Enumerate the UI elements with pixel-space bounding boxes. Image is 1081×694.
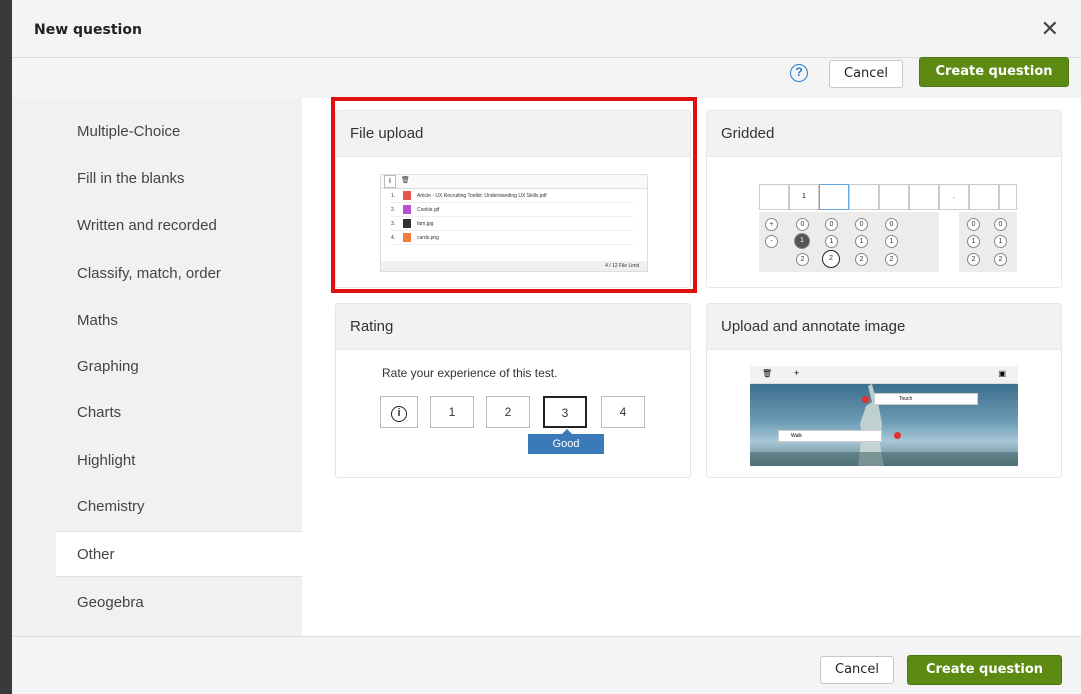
digit-bubble-selected: 1 — [794, 233, 810, 249]
rating-option-2[interactable]: 2 — [486, 396, 530, 428]
grid-cell: 1 — [789, 184, 819, 210]
add-icon: + — [794, 368, 800, 378]
grid-cell: . — [939, 184, 969, 210]
digit-bubble: 0 — [885, 218, 898, 231]
grid-cell — [999, 184, 1017, 210]
sidebar-item-fill-in-the-blanks[interactable]: Fill in the blanks — [77, 170, 185, 187]
create-question-button-bottom[interactable]: Create question — [907, 655, 1062, 685]
digit-bubble: 2 — [885, 253, 898, 266]
image-icon: ▣ — [998, 369, 1006, 378]
grid-cell — [969, 184, 999, 210]
grid-cell-focused — [819, 184, 849, 210]
sidebar-item-highlight[interactable]: Highlight — [77, 452, 135, 469]
sidebar-item-classify-match-order[interactable]: Classify, match, order — [77, 265, 221, 282]
decimal-point: . — [953, 193, 955, 200]
rating-option-1[interactable]: 1 — [430, 396, 474, 428]
rating-option-4[interactable]: 4 — [601, 396, 645, 428]
cancel-button-top[interactable]: Cancel — [829, 60, 904, 88]
digit-bubble: 2 — [796, 253, 809, 266]
info-glyph: i — [391, 406, 407, 422]
card-rating[interactable]: Rating — [335, 303, 691, 478]
digit-bubble: 2 — [855, 253, 868, 266]
sidebar-item-multiple-choice[interactable]: Multiple-Choice — [77, 123, 180, 140]
annotate-image-preview: 🗑 + ▣ Touch Walk — [750, 366, 1018, 466]
digit-bubble-focused: 2 — [822, 250, 840, 268]
annotation-marker — [862, 396, 869, 403]
sidebar-item-graphing[interactable]: Graphing — [77, 358, 139, 375]
digit-bubble: 2 — [967, 253, 980, 266]
sidebar-item-maths[interactable]: Maths — [77, 312, 118, 329]
digit-bubble: 1 — [825, 235, 838, 248]
trash-icon: 🗑 — [762, 369, 773, 378]
close-icon[interactable]: ✕ — [1041, 18, 1059, 40]
card-title: Gridded — [707, 111, 1061, 157]
plus-sign-bubble: + — [765, 218, 778, 231]
annotation-text: Walk — [791, 433, 802, 439]
dialog-titlebar: New question ✕ — [12, 0, 1081, 58]
grid-cell — [879, 184, 909, 210]
digit-bubble: 2 — [994, 253, 1007, 266]
digit-bubble: 0 — [855, 218, 868, 231]
gridded-preview: 1 . + 0 0 0 0 0 0 - 1 1 1 1 1 1 2 2 2 2 … — [751, 174, 1017, 272]
annotation-label-touch: Touch — [874, 393, 978, 405]
sidebar-item-geogebra[interactable]: Geogebra — [77, 594, 144, 611]
question-type-sidebar: Multiple-Choice Fill in the blanks Writt… — [12, 98, 302, 636]
card-title: Upload and annotate image — [707, 304, 1061, 350]
annotation-marker — [894, 432, 901, 439]
preview-toolbar: 🗑 + ▣ — [750, 366, 1018, 384]
digit-bubble: 1 — [994, 235, 1007, 248]
cancel-button-bottom[interactable]: Cancel — [820, 656, 895, 684]
digit-bubble: 0 — [796, 218, 809, 231]
digit-bubble: 1 — [967, 235, 980, 248]
rating-option-3-selected[interactable]: 3 — [543, 396, 587, 428]
backdrop — [0, 0, 12, 694]
dialog-title: New question — [34, 22, 142, 38]
create-question-button-top[interactable]: Create question — [919, 57, 1069, 87]
digit-bubble: 1 — [855, 235, 868, 248]
rating-prompt: Rate your experience of this test. — [382, 366, 558, 380]
annotation-label-walk: Walk — [778, 430, 882, 442]
sidebar-item-charts[interactable]: Charts — [77, 404, 121, 421]
digit-bubble: 0 — [825, 218, 838, 231]
info-icon[interactable]: i — [380, 396, 418, 428]
grid-cell — [759, 184, 789, 210]
digit-bubble: 0 — [994, 218, 1007, 231]
digit-bubble: 1 — [885, 235, 898, 248]
bubble-separator — [939, 212, 959, 272]
sidebar-item-other[interactable]: Other — [77, 546, 115, 563]
selection-highlight-box — [331, 97, 697, 293]
grid-cell — [849, 184, 879, 210]
sidebar-item-chemistry[interactable]: Chemistry — [77, 498, 145, 515]
digit-bubble: 0 — [967, 218, 980, 231]
annotation-text: Touch — [899, 396, 913, 402]
sidebar-item-written-and-recorded[interactable]: Written and recorded — [77, 217, 217, 234]
help-icon[interactable]: ? — [790, 64, 808, 82]
grid-cell — [909, 184, 939, 210]
minus-sign-bubble: - — [765, 235, 778, 248]
card-title: Rating — [336, 304, 690, 350]
rating-tooltip: Good — [528, 434, 604, 454]
